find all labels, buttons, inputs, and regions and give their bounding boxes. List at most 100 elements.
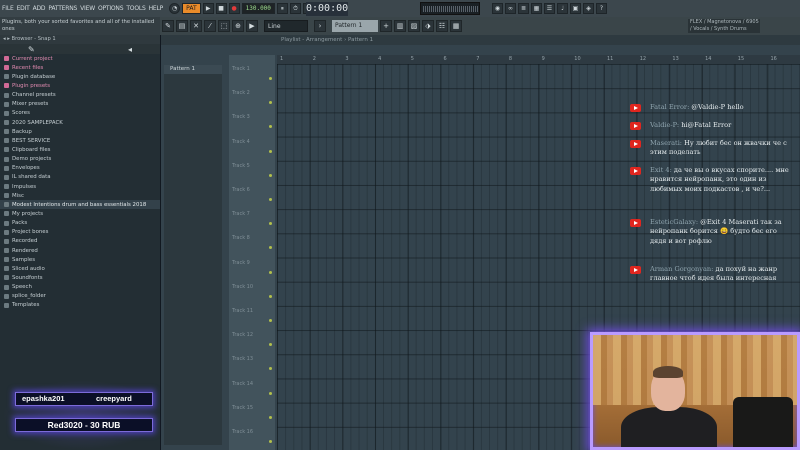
plugin-picker-icon[interactable]: ◈ bbox=[583, 3, 594, 14]
menu-tools[interactable]: TOOLS bbox=[126, 5, 145, 12]
zoom-icon[interactable]: ⊕ bbox=[232, 20, 244, 32]
browser-item[interactable]: Soundfonts bbox=[0, 273, 160, 282]
piano-roll-icon[interactable]: ▦ bbox=[531, 3, 542, 14]
track-mute-led[interactable] bbox=[269, 415, 272, 419]
browser-view-icon[interactable]: ☷ bbox=[436, 20, 448, 32]
track-label[interactable]: Track 1 bbox=[232, 66, 250, 72]
browser-item[interactable]: Recorded bbox=[0, 237, 160, 246]
track-label[interactable]: Track 11 bbox=[232, 308, 253, 314]
help-icon[interactable]: ? bbox=[596, 3, 607, 14]
browser-item[interactable]: Clipboard files bbox=[0, 145, 160, 154]
track-mute-led[interactable] bbox=[269, 319, 272, 322]
track-label[interactable]: Track 8 bbox=[232, 235, 250, 241]
mixer-icon[interactable]: ≣ bbox=[518, 3, 529, 14]
playback-icon[interactable]: ▶ bbox=[246, 20, 258, 32]
pencil-icon[interactable]: ✎ bbox=[162, 20, 174, 32]
track-label[interactable]: Track 9 bbox=[232, 260, 250, 266]
browser-item[interactable]: Recent files bbox=[0, 63, 160, 72]
track-label[interactable]: Track 4 bbox=[232, 139, 250, 145]
track-mute-led[interactable] bbox=[269, 440, 272, 443]
track-label[interactable]: Track 7 bbox=[232, 211, 250, 217]
plugin-news-panel[interactable]: FLEX / Magnetonova / 6905 / Vocals / Syn… bbox=[688, 19, 760, 33]
track-label[interactable]: Track 3 bbox=[232, 114, 250, 120]
browser-icon[interactable]: ▣ bbox=[570, 3, 581, 14]
browser-item[interactable]: Misc bbox=[0, 191, 160, 200]
browser-item[interactable]: Scores bbox=[0, 109, 160, 118]
microphone-icon[interactable]: ♩ bbox=[557, 3, 568, 14]
slice-icon[interactable]: ⁄ bbox=[204, 20, 216, 32]
track-mute-led[interactable] bbox=[269, 294, 272, 298]
track-label[interactable]: Track 16 bbox=[232, 429, 253, 435]
add-pattern-icon[interactable]: + bbox=[380, 20, 392, 32]
browser-item[interactable]: Speech bbox=[0, 283, 160, 292]
pattern-picker-item[interactable]: Pattern 1 bbox=[164, 65, 222, 74]
metronome-icon[interactable]: ◔ bbox=[169, 3, 181, 14]
menu-options[interactable]: OPTIONS bbox=[98, 5, 124, 12]
track-label[interactable]: Track 12 bbox=[232, 332, 253, 338]
snap-icon[interactable]: ◉ bbox=[492, 3, 503, 14]
menu-add[interactable]: ADD bbox=[33, 5, 46, 12]
mixer-view-icon[interactable]: ▥ bbox=[394, 20, 406, 32]
track-mute-led[interactable] bbox=[269, 173, 272, 177]
track-label[interactable]: Track 5 bbox=[232, 163, 250, 169]
tempo-display[interactable]: 130.000 bbox=[241, 3, 275, 14]
menu-edit[interactable]: EDIT bbox=[17, 5, 30, 12]
track-label[interactable]: Track 13 bbox=[232, 356, 253, 362]
browser-title[interactable]: ◂ ▸ Browser - Snap 1 bbox=[0, 35, 160, 44]
track-label[interactable]: Track 2 bbox=[232, 90, 250, 96]
wait-icon[interactable]: ⏸ bbox=[276, 3, 288, 14]
browser-item[interactable]: Current project bbox=[0, 54, 160, 63]
paint-icon[interactable]: ▤ bbox=[176, 20, 188, 32]
countdown-icon[interactable]: ⏱ bbox=[289, 3, 301, 14]
track-mute-led[interactable] bbox=[269, 367, 272, 371]
track-mute-led[interactable] bbox=[269, 149, 272, 153]
browser-item[interactable]: Plugin presets bbox=[0, 81, 160, 90]
menu-patterns[interactable]: PATTERNS bbox=[48, 5, 77, 12]
record-button[interactable]: ● bbox=[228, 3, 240, 14]
menu-help[interactable]: HELP bbox=[149, 5, 164, 12]
delete-icon[interactable]: ✕ bbox=[190, 20, 202, 32]
track-mute-led[interactable] bbox=[269, 101, 272, 105]
snap-select[interactable]: Line bbox=[264, 20, 308, 32]
timeline-ruler[interactable]: 1 2 3 4 5 6 7 8 9 10 11 12 13 14 15 16 bbox=[277, 55, 800, 64]
pattern-selector[interactable]: Pattern 1 bbox=[332, 20, 378, 32]
browser-item[interactable]: Templates bbox=[0, 301, 160, 310]
stop-button[interactable]: ■ bbox=[215, 3, 227, 14]
track-mute-led[interactable] bbox=[269, 391, 272, 395]
browser-item[interactable]: Packs bbox=[0, 219, 160, 228]
browser-item[interactable]: Rendered bbox=[0, 246, 160, 255]
browser-item[interactable]: Envelopes bbox=[0, 164, 160, 173]
browser-item[interactable]: BEST SERVICE bbox=[0, 136, 160, 145]
pattern-song-toggle[interactable]: PAT bbox=[182, 3, 201, 14]
menu-file[interactable]: FILE bbox=[2, 5, 14, 12]
browser-item[interactable]: Plugin database bbox=[0, 72, 160, 81]
browser-item[interactable]: Modest Intentions drum and bass essentia… bbox=[0, 200, 160, 210]
browser-item[interactable]: 2020 SAMPLEPACK bbox=[0, 118, 160, 127]
track-mute-led[interactable] bbox=[269, 343, 272, 347]
track-label[interactable]: Track 15 bbox=[232, 405, 253, 411]
browser-item[interactable]: Project bones bbox=[0, 228, 160, 237]
song-time-display[interactable]: 0:00:00 bbox=[306, 2, 348, 16]
browser-item[interactable]: Impulses bbox=[0, 182, 160, 191]
browser-tool-icon[interactable]: ✎ bbox=[28, 45, 35, 54]
browser-item[interactable]: Backup bbox=[0, 127, 160, 136]
track-mute-led[interactable] bbox=[269, 270, 272, 274]
track-mute-led[interactable] bbox=[269, 198, 272, 201]
browser-collapse-icon[interactable]: ◂ bbox=[128, 45, 132, 54]
plugin-view-icon[interactable]: ⬗ bbox=[422, 20, 434, 32]
play-button[interactable]: ▶ bbox=[202, 3, 214, 14]
track-label[interactable]: Track 6 bbox=[232, 187, 250, 193]
browser-item[interactable]: Mixer presets bbox=[0, 100, 160, 109]
browser-item[interactable]: IL shared data bbox=[0, 173, 160, 182]
track-mute-led[interactable] bbox=[269, 222, 272, 226]
channel-view-icon[interactable]: ▨ bbox=[408, 20, 420, 32]
track-mute-led[interactable] bbox=[269, 77, 272, 80]
browser-item[interactable]: Samples bbox=[0, 255, 160, 264]
track-label[interactable]: Track 14 bbox=[232, 381, 253, 387]
arrow-right-icon[interactable]: › bbox=[314, 20, 326, 32]
track-label[interactable]: Track 10 bbox=[232, 284, 253, 290]
channel-rack-icon[interactable]: ☰ bbox=[544, 3, 555, 14]
browser-item[interactable]: Demo projects bbox=[0, 155, 160, 164]
playlist-view-icon[interactable]: ▦ bbox=[450, 20, 462, 32]
track-mute-led[interactable] bbox=[269, 246, 272, 250]
